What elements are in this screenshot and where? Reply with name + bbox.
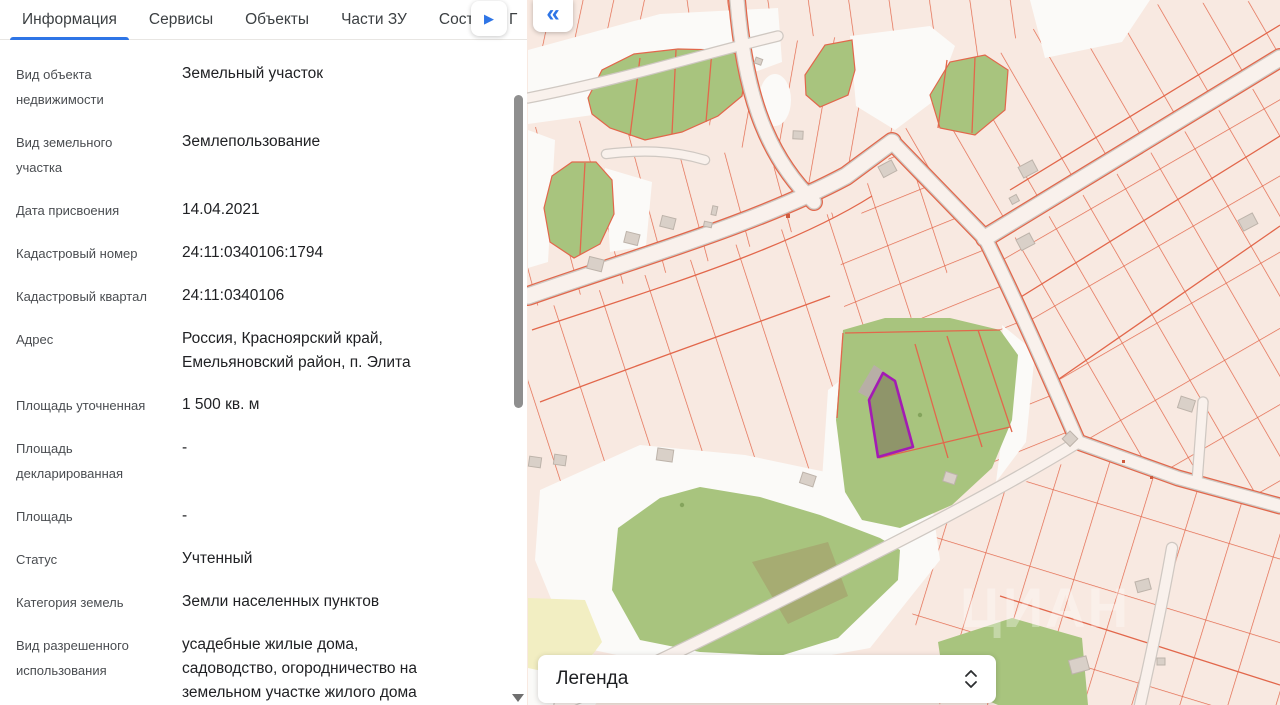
row-value: - bbox=[182, 504, 187, 529]
row-label: Категория земель bbox=[16, 590, 156, 615]
tab-clipped-next[interactable]: Г bbox=[509, 0, 517, 40]
info-row: Вид разрешенного использования усадебные … bbox=[16, 633, 527, 705]
expand-collapse-icon bbox=[964, 668, 978, 690]
row-value: усадебные жилые дома, садоводство, огоро… bbox=[182, 633, 446, 705]
info-row: Адрес Россия, Красноярский край, Емельяно… bbox=[16, 327, 527, 375]
info-row: Статус Учтенный bbox=[16, 547, 527, 572]
row-label: Вид земельного участка bbox=[16, 130, 156, 180]
triangle-down-icon bbox=[512, 694, 524, 702]
tabs-overflow-button[interactable]: ▶ bbox=[471, 1, 507, 36]
row-value: Землепользование bbox=[182, 130, 320, 180]
tab-information[interactable]: Информация bbox=[10, 0, 129, 40]
row-label: Площадь bbox=[16, 504, 156, 529]
info-row: Кадастровый номер 24:11:0340106:1794 bbox=[16, 241, 527, 266]
tab-parcel-parts[interactable]: Части ЗУ bbox=[329, 0, 419, 40]
row-value: 1 500 кв. м bbox=[182, 393, 259, 418]
row-value: Учтенный bbox=[182, 547, 252, 572]
info-panel: Информация Сервисы Объекты Части ЗУ Сост… bbox=[0, 0, 527, 705]
legend-panel[interactable]: Легенда bbox=[538, 655, 996, 703]
info-row: Площадь декларированная- bbox=[16, 436, 527, 486]
row-label: Адрес bbox=[16, 327, 156, 375]
tab-bar: Информация Сервисы Объекты Части ЗУ Сост… bbox=[0, 0, 527, 40]
info-row: Вид объекта недвижимости Земельный участо… bbox=[16, 62, 527, 112]
row-label: Площадь декларированная bbox=[16, 436, 156, 486]
cadastral-map[interactable]: ЦИАН « Легенда bbox=[527, 0, 1280, 705]
row-label: Вид разрешенного использования bbox=[16, 633, 156, 705]
info-row: Кадастровый квартал 24:11:0340106 bbox=[16, 284, 527, 309]
row-value: Россия, Красноярский край, Емельяновский… bbox=[182, 327, 446, 375]
info-row: Категория земель Земли населенных пунктов bbox=[16, 590, 527, 615]
info-row: Дата присвоения 14.04.2021 bbox=[16, 198, 527, 223]
row-value: 14.04.2021 bbox=[182, 198, 260, 223]
row-label: Площадь уточненная bbox=[16, 393, 156, 418]
row-value: - bbox=[182, 436, 187, 486]
info-rows: Вид объекта недвижимости Земельный участо… bbox=[0, 40, 527, 705]
info-row: Площадь уточненная 1 500 кв. м bbox=[16, 393, 527, 418]
row-label: Кадастровый номер bbox=[16, 241, 156, 266]
panel-scroll-down-button[interactable] bbox=[511, 692, 525, 704]
row-label: Дата присвоения bbox=[16, 198, 156, 223]
collapse-panel-button[interactable]: « bbox=[533, 0, 573, 32]
arrow-right-icon: ▶ bbox=[484, 11, 494, 27]
app: Информация Сервисы Объекты Части ЗУ Сост… bbox=[0, 0, 1280, 705]
map-canvas bbox=[527, 0, 1280, 705]
tab-objects[interactable]: Объекты bbox=[233, 0, 321, 40]
info-row: Площадь - bbox=[16, 504, 527, 529]
legend-title: Легенда bbox=[556, 668, 628, 690]
row-value: 24:11:0340106 bbox=[182, 284, 284, 309]
info-row: Вид земельного участка Землепользование bbox=[16, 130, 527, 180]
row-label: Вид объекта недвижимости bbox=[16, 62, 156, 112]
double-chevron-left-icon: « bbox=[546, 1, 559, 27]
row-label: Статус bbox=[16, 547, 156, 572]
row-value: Земельный участок bbox=[182, 62, 323, 112]
row-label: Кадастровый квартал bbox=[16, 284, 156, 309]
panel-scrollbar-thumb[interactable] bbox=[514, 95, 523, 408]
row-value: 24:11:0340106:1794 bbox=[182, 241, 323, 266]
row-value: Земли населенных пунктов bbox=[182, 590, 379, 615]
tab-services[interactable]: Сервисы bbox=[137, 0, 225, 40]
